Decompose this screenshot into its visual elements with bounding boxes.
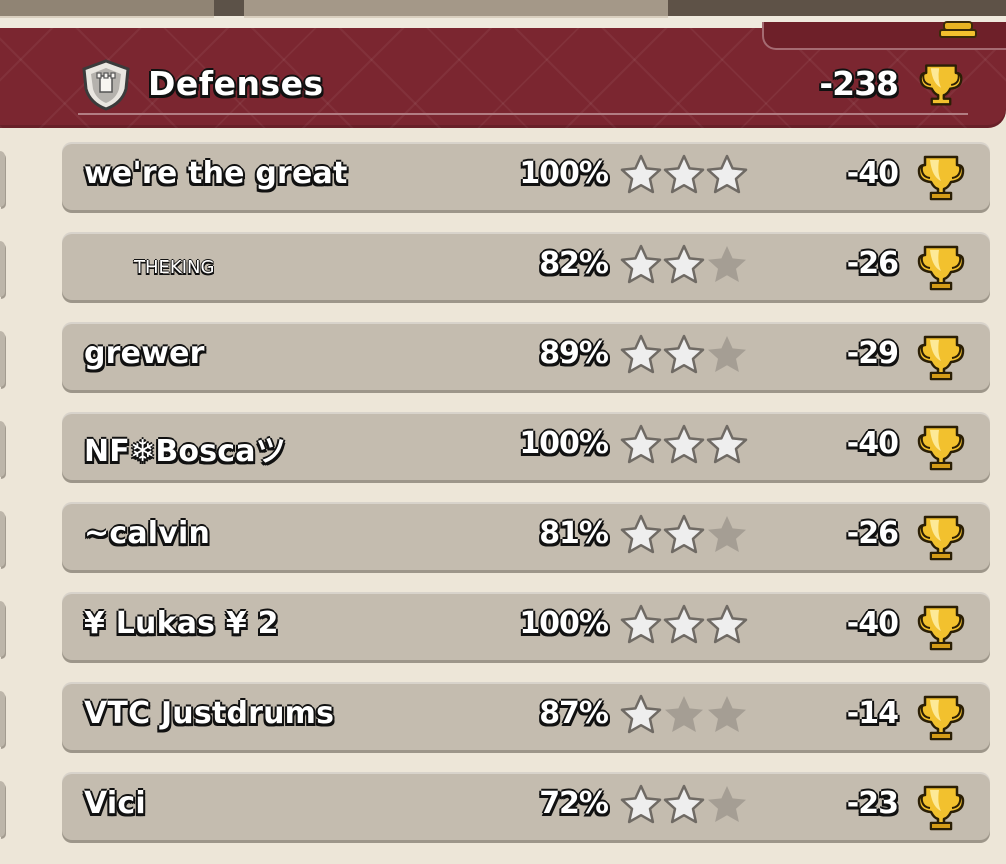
trophy-icon bbox=[915, 421, 967, 473]
section-title: Defenses bbox=[148, 64, 324, 103]
previous-section-edge bbox=[762, 21, 1006, 50]
star-icon-filled bbox=[620, 244, 662, 284]
star-icon-filled bbox=[620, 154, 662, 194]
top-panel-left bbox=[0, 0, 214, 18]
attacker-name: ¥ Lukas ¥ 2 bbox=[84, 606, 279, 641]
star-rating bbox=[619, 603, 749, 647]
star-icon-filled bbox=[706, 604, 748, 644]
trophy-change: -40 bbox=[846, 606, 899, 641]
star-icon-empty bbox=[708, 786, 746, 822]
shield-icon bbox=[82, 59, 130, 111]
star-rating bbox=[619, 243, 749, 287]
left-panel-edge bbox=[0, 241, 5, 297]
left-panel-edge bbox=[0, 331, 5, 387]
top-panel-divider bbox=[214, 0, 244, 16]
left-panel-edge bbox=[0, 421, 5, 477]
defense-row[interactable]: NF❄Boscaツ 100% -40 bbox=[62, 412, 990, 480]
trophy-icon bbox=[915, 781, 967, 833]
star-rating bbox=[619, 513, 749, 557]
star-icon-filled bbox=[620, 784, 662, 824]
defense-row[interactable]: ~calvin 81% -26 bbox=[62, 502, 990, 570]
destruction-percent: 87% bbox=[539, 696, 609, 731]
defense-row[interactable]: grewer 89% -29 bbox=[62, 322, 990, 390]
destruction-percent: 81% bbox=[539, 516, 609, 551]
left-panel-edge bbox=[0, 781, 5, 837]
star-icon-empty bbox=[708, 336, 746, 372]
attacker-name: THEKING bbox=[134, 257, 215, 278]
destruction-percent: 100% bbox=[519, 426, 609, 461]
trophy-change: -26 bbox=[846, 516, 899, 551]
star-icon-filled bbox=[663, 154, 705, 194]
attacker-name: VTC Justdrums bbox=[84, 696, 335, 731]
star-icon-empty bbox=[708, 696, 746, 732]
destruction-percent: 100% bbox=[519, 606, 609, 641]
star-icon-filled bbox=[620, 514, 662, 554]
defense-row[interactable]: VTC Justdrums 87% -14 bbox=[62, 682, 990, 750]
trophy-icon bbox=[939, 21, 977, 38]
attacker-name: we're the great bbox=[84, 156, 348, 191]
star-icon-filled bbox=[663, 424, 705, 464]
star-icon-filled bbox=[620, 694, 662, 734]
star-rating bbox=[619, 423, 749, 467]
destruction-percent: 100% bbox=[519, 156, 609, 191]
trophy-icon bbox=[915, 691, 967, 743]
trophy-change: -14 bbox=[846, 696, 899, 731]
star-icon-empty bbox=[708, 516, 746, 552]
header-divider bbox=[78, 113, 968, 115]
star-icon-filled bbox=[620, 604, 662, 644]
trophy-icon bbox=[915, 151, 967, 203]
left-panel-edge bbox=[0, 601, 5, 657]
star-rating bbox=[619, 333, 749, 377]
star-icon-filled bbox=[706, 424, 748, 464]
star-icon-filled bbox=[663, 244, 705, 284]
trophy-icon bbox=[919, 64, 963, 106]
trophy-icon bbox=[915, 511, 967, 563]
star-icon-filled bbox=[663, 334, 705, 374]
trophy-icon bbox=[915, 331, 967, 383]
star-icon-filled bbox=[663, 604, 705, 644]
attacker-name: grewer bbox=[84, 336, 205, 371]
star-icon-empty bbox=[708, 246, 746, 282]
defense-row[interactable]: Vici 72% -23 bbox=[62, 772, 990, 840]
star-rating bbox=[619, 783, 749, 827]
left-panel-edge bbox=[0, 151, 5, 207]
destruction-percent: 89% bbox=[539, 336, 609, 371]
left-panel-edge bbox=[0, 691, 5, 747]
attacker-name: NF❄Boscaツ bbox=[84, 434, 286, 469]
defenses-header: Defenses -238 bbox=[0, 21, 1006, 128]
left-panel-edge bbox=[0, 511, 5, 567]
star-icon-filled bbox=[620, 334, 662, 374]
destruction-percent: 72% bbox=[539, 786, 609, 821]
star-icon-filled bbox=[663, 514, 705, 554]
star-rating bbox=[619, 693, 749, 737]
defense-row[interactable]: ¥ Lukas ¥ 2 100% -40 bbox=[62, 592, 990, 660]
star-icon-filled bbox=[663, 784, 705, 824]
defense-row[interactable]: THEKING 82% -26 bbox=[62, 232, 990, 300]
defense-row[interactable]: we're the great 100% -40 bbox=[62, 142, 990, 210]
trophy-icon bbox=[915, 601, 967, 653]
trophy-change: -40 bbox=[846, 156, 899, 191]
trophy-icon bbox=[915, 241, 967, 293]
total-trophies: -238 bbox=[819, 64, 899, 103]
attacker-name: Vici bbox=[84, 786, 146, 821]
trophy-change: -40 bbox=[846, 426, 899, 461]
top-panel-middle bbox=[244, 0, 668, 18]
trophy-change: -26 bbox=[846, 246, 899, 281]
top-panel-right bbox=[668, 0, 1006, 16]
star-rating bbox=[619, 153, 749, 197]
star-icon-empty bbox=[665, 696, 703, 732]
trophy-change: -29 bbox=[846, 336, 899, 371]
attacker-name: ~calvin bbox=[84, 516, 211, 551]
destruction-percent: 82% bbox=[539, 246, 609, 281]
trophy-change: -23 bbox=[846, 786, 899, 821]
star-icon-filled bbox=[706, 154, 748, 194]
star-icon-filled bbox=[620, 424, 662, 464]
